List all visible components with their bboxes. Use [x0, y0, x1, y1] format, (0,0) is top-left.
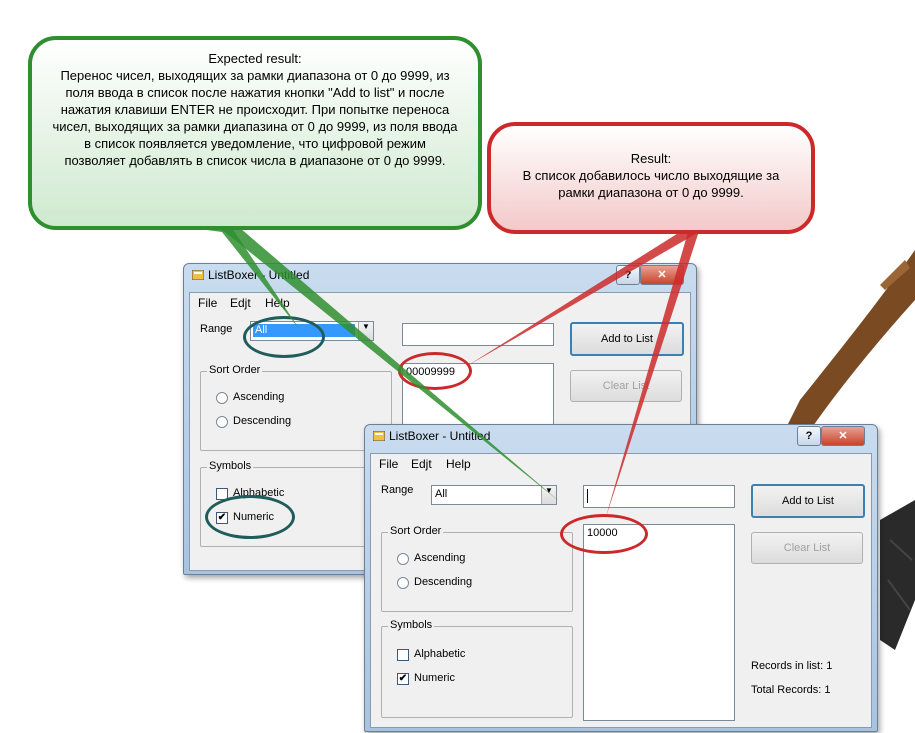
result-text: В список добавилось число выходящие за р…	[522, 168, 780, 200]
result-title: Result:	[630, 151, 672, 166]
result-callout: Result: В список добавилось число выходя…	[487, 122, 815, 234]
expected-result-callout: Expected result: Перенос чисел, выходящи…	[28, 36, 482, 230]
expected-result-text: Перенос чисел, выходящих за рамки диапаз…	[52, 68, 458, 168]
expected-result-title: Expected result:	[208, 51, 302, 66]
